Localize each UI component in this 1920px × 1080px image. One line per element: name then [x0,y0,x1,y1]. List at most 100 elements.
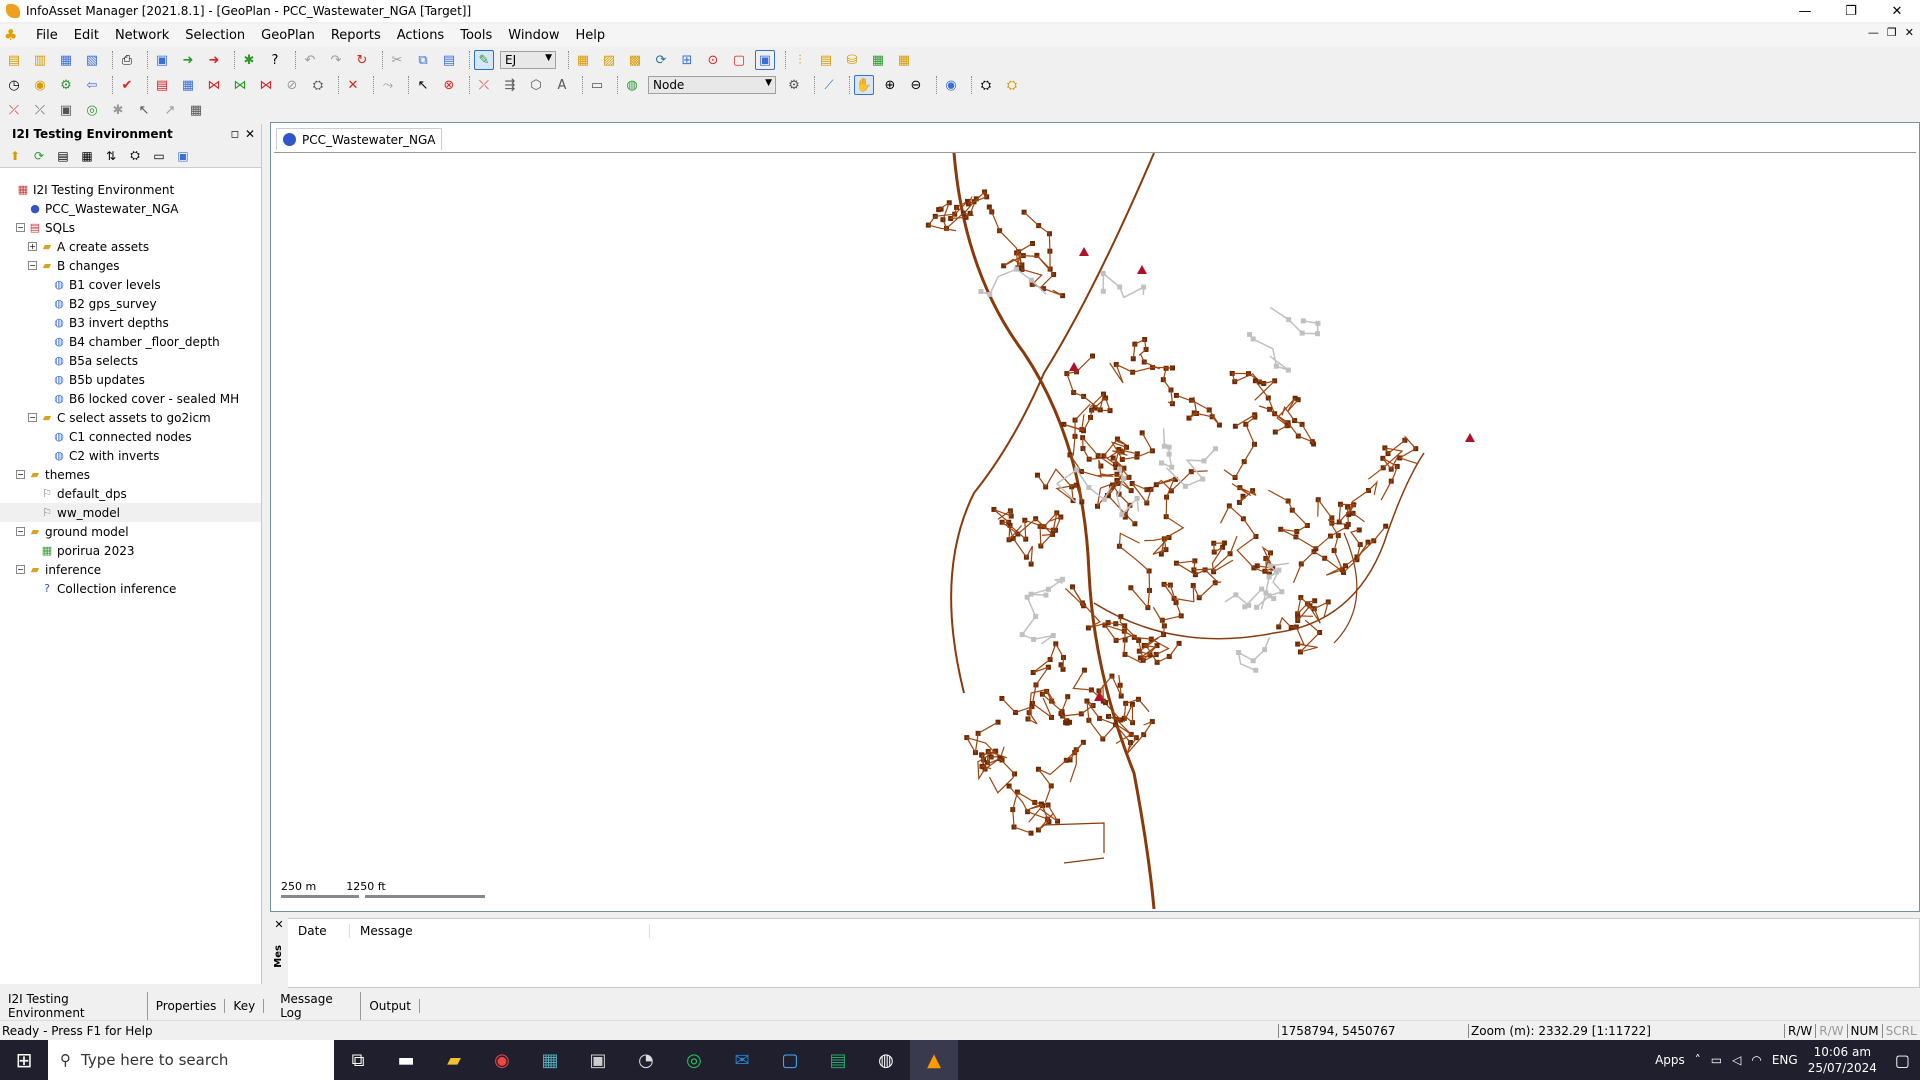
mdi-close-button[interactable]: ✕ [1905,26,1914,39]
sort-icon[interactable]: ⇅ [102,147,120,165]
network-icon[interactable]: ⊞ [677,50,697,70]
github-icon[interactable]: ◍ [862,1040,910,1080]
close-panel-icon[interactable]: ✕ [245,127,255,141]
split-link-icon[interactable]: ⤫ [4,100,24,120]
layer-combo[interactable]: EJ ▼ [500,51,556,69]
map-icon[interactable]: ▦ [868,50,888,70]
minimize-button[interactable]: — [1782,0,1828,22]
full-extent-icon[interactable]: ◉ [941,75,961,95]
report-icon[interactable]: ▤ [816,50,836,70]
cross-icon[interactable]: ✱ [108,100,128,120]
tab-explorer[interactable]: I2I Testing Environment [0,992,148,1020]
tree-item[interactable]: ⚐ ww_model [0,503,261,522]
network-view-icon[interactable]: ▣ [174,147,192,165]
menu-tools[interactable]: Tools [452,28,500,43]
tree-item[interactable]: − ▰ themes [0,465,261,484]
back-icon[interactable]: ⇦ [82,75,102,95]
map-canvas[interactable] [274,152,1916,910]
paste-icon[interactable]: ▤ [439,50,459,70]
outlook-icon[interactable]: ✉ [718,1040,766,1080]
model-icon[interactable]: ▦ [56,50,76,70]
process-icon[interactable]: ⚙ [56,75,76,95]
tree-item[interactable]: + ▰ A create assets [0,237,261,256]
search-tree-icon[interactable]: ⛭ [126,147,144,165]
redo-icon[interactable]: ↷ [326,50,346,70]
menu-selection[interactable]: Selection [177,28,253,43]
frame-icon[interactable]: ▢ [729,50,749,70]
trace-up-icon[interactable]: ⋈ [256,75,276,95]
task-icon[interactable]: ◉ [30,75,50,95]
terminal-icon[interactable]: ▬ [382,1040,430,1080]
object-type-combo[interactable]: Node ▼ [648,76,776,94]
task-view-icon[interactable]: ⧉ [334,1040,382,1080]
calculator-icon[interactable]: ▦ [526,1040,574,1080]
help-icon[interactable]: ? [265,50,285,70]
tree-item[interactable]: ◍ B1 cover levels [0,275,261,294]
tree-expander-icon[interactable]: − [16,565,25,574]
tree-item[interactable]: ◍ B4 chamber _floor_depth [0,332,261,351]
node-link-icon[interactable]: ⋈ [230,75,250,95]
filter-icon[interactable]: ⊘ [282,75,302,95]
tree-item[interactable]: ◍ C2 with inverts [0,446,261,465]
tree-item[interactable]: ◍ B5b updates [0,370,261,389]
tree-expander-icon[interactable]: − [16,223,25,232]
split-icon[interactable]: ⤫ [474,75,494,95]
add-vertex-icon[interactable]: ↗ [160,100,180,120]
up-arrow-icon[interactable]: ⬆ [6,147,24,165]
tree-expander-icon[interactable]: − [16,527,25,536]
save-icon[interactable]: ▣ [152,50,172,70]
tree-item[interactable]: − ▤ SQLs [0,218,261,237]
whatsapp-icon[interactable]: ◎ [670,1040,718,1080]
tab-key[interactable]: Key [225,999,265,1013]
refresh-icon[interactable]: ↻ [352,50,372,70]
text-icon[interactable]: A [552,75,572,95]
stats-icon[interactable]: ▩ [625,50,645,70]
snap-icon[interactable]: ▣ [56,100,76,120]
menu-help[interactable]: Help [568,28,614,43]
tree-item[interactable]: ◍ B3 invert depths [0,313,261,332]
tree-expander-icon[interactable]: + [28,242,37,251]
wifi-icon[interactable]: ◠ [1751,1053,1761,1067]
tree-item[interactable]: − ▰ C select assets to go2icm [0,408,261,427]
monitor-icon[interactable]: ▭ [150,147,168,165]
tree-item[interactable]: ▦ I2I Testing Environment [0,180,261,199]
validate-icon[interactable]: ✱ [239,50,259,70]
tree-item[interactable]: ? Collection inference [0,579,261,598]
tree-item[interactable]: ● PCC_Wastewater_NGA [0,199,261,218]
teams-icon[interactable]: ▢ [766,1040,814,1080]
tree-item[interactable]: ▦ porirua 2023 [0,541,261,560]
clock[interactable]: 10:06 am 25/07/2024 [1808,1044,1877,1076]
ruler-icon[interactable]: ▭ [587,75,607,95]
vertex-icon[interactable]: ↖ [134,100,154,120]
table-icon[interactable]: ▦ [894,50,914,70]
menu-window[interactable]: Window [500,28,567,43]
clock-app-icon[interactable]: ◔ [622,1040,670,1080]
chrome-icon[interactable]: ◉ [478,1040,526,1080]
commit-icon[interactable]: ▧ [82,50,102,70]
sql-icon[interactable]: ▤ [152,75,172,95]
close-button[interactable]: ✕ [1874,0,1920,22]
move-icon[interactable]: ⤳ [378,75,398,95]
tree-item[interactable]: ⚐ default_dps [0,484,261,503]
tree-item[interactable]: − ▰ inference [0,560,261,579]
app-window-icon[interactable]: ▣ [574,1040,622,1080]
circle-icon[interactable]: ◎ [82,100,102,120]
tree-expander-icon[interactable]: − [28,261,37,270]
deselect-icon[interactable]: ⊗ [439,75,459,95]
restore-button[interactable]: ❐ [1828,0,1874,22]
menu-geoplan[interactable]: GeoPlan [253,28,323,43]
open-icon[interactable]: ▥ [30,50,50,70]
tree-item[interactable]: ◍ B5a selects [0,351,261,370]
menu-reports[interactable]: Reports [323,28,389,43]
list-view-icon[interactable]: ▤ [54,147,72,165]
edit-mode-icon[interactable]: ✎ [474,50,494,70]
grid-icon[interactable]: ▦ [573,50,593,70]
query-icon[interactable]: ▨ [599,50,619,70]
mdi-minimize-button[interactable]: — [1868,26,1879,39]
notification-icon[interactable]: ▢ [1895,1051,1910,1070]
find-zoom-icon[interactable]: ⛭ [1002,75,1022,95]
windows-start-icon[interactable]: ⊞ [0,1040,48,1080]
infoasset-icon[interactable]: ▲ [910,1040,958,1080]
zoom-in-icon[interactable]: ⊕ [880,75,900,95]
merge-icon[interactable]: ⇶ [500,75,520,95]
